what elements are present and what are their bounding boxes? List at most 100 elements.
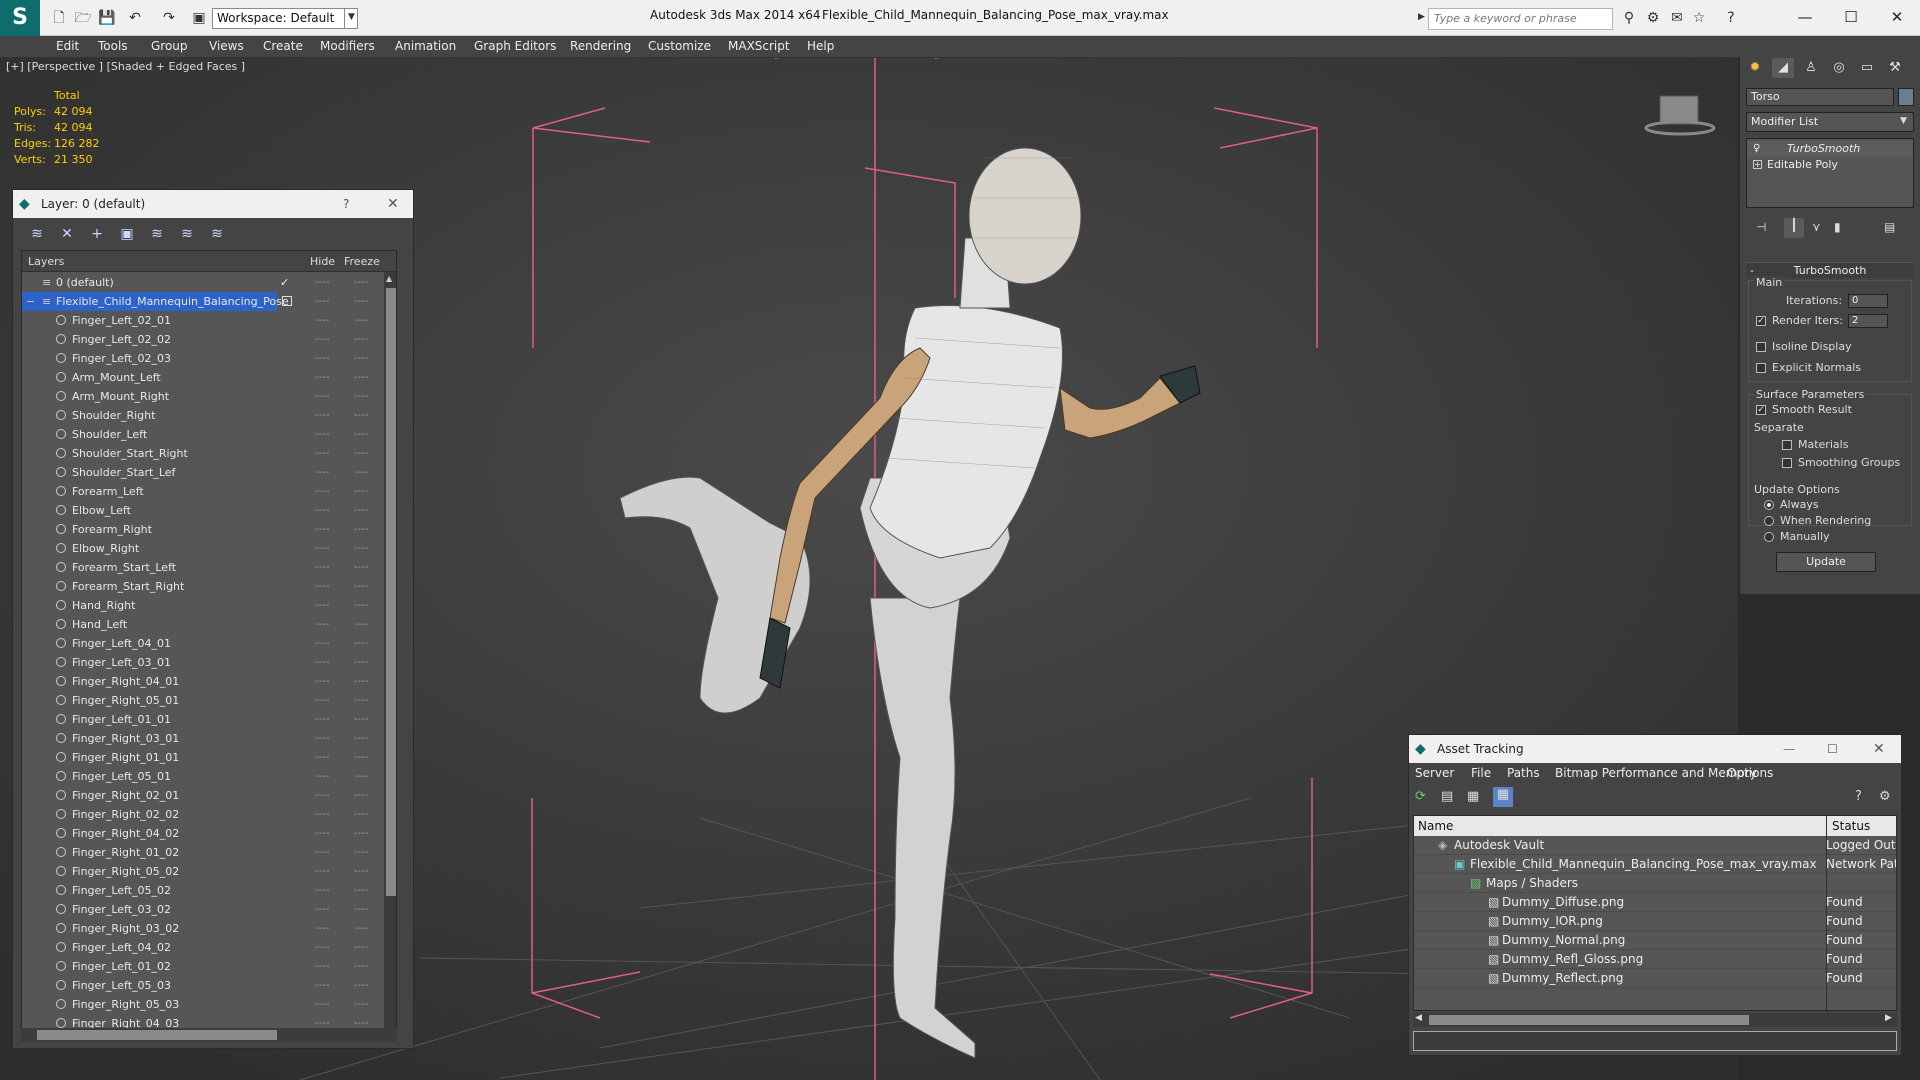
scroll-thumb[interactable] bbox=[386, 288, 396, 896]
freeze-toggle[interactable]: ---- bbox=[354, 539, 368, 558]
hide-toggle[interactable]: ---- bbox=[315, 387, 329, 406]
layer-panel-title[interactable]: ◆ Layer: 0 (default) ? ✕ bbox=[13, 190, 413, 218]
layer-object-row[interactable]: Hand_Left ---- ---- bbox=[22, 615, 384, 634]
layer-object-row[interactable]: Shoulder_Right ---- ---- bbox=[22, 406, 384, 425]
highlight-layer-icon[interactable]: ≋ bbox=[147, 224, 167, 244]
chevron-down-icon[interactable]: ▼ bbox=[344, 8, 358, 29]
layer-object-row[interactable]: Finger_Right_05_02 ---- ---- bbox=[22, 862, 384, 881]
table-view-icon[interactable]: ▦ bbox=[1493, 787, 1513, 807]
freeze-toggle[interactable]: ---- bbox=[354, 311, 368, 330]
hide-all-layers-icon[interactable]: ≋ bbox=[177, 224, 197, 244]
asset-row[interactable]: ▣ Flexible_Child_Mannequin_Balancing_Pos… bbox=[1414, 855, 1896, 874]
freeze-toggle[interactable]: ---- bbox=[354, 710, 368, 729]
isoline-checkbox[interactable] bbox=[1756, 342, 1766, 352]
app-menu-button[interactable]: S bbox=[0, 0, 40, 36]
minimize-icon[interactable]: — bbox=[1783, 735, 1795, 763]
display-tab-icon[interactable]: ▭ bbox=[1856, 58, 1878, 78]
list-view-icon[interactable]: ▤ bbox=[1441, 789, 1453, 804]
delete-layer-icon[interactable]: ✕ bbox=[57, 224, 77, 244]
freeze-all-layers-icon[interactable]: ≋ bbox=[207, 224, 227, 244]
layer-object-row[interactable]: Finger_Left_05_02 ---- ---- bbox=[22, 881, 384, 900]
stack-item-turbosmooth[interactable]: ♀ TurboSmooth bbox=[1747, 141, 1913, 157]
pin-stack-icon[interactable]: ⊣ bbox=[1756, 220, 1766, 234]
menu-views[interactable]: Views bbox=[209, 39, 244, 53]
smooth-result-checkbox[interactable]: ✓ bbox=[1756, 405, 1766, 415]
search-binoculars-icon[interactable]: ⚲ bbox=[1620, 9, 1638, 27]
layer-object-row[interactable]: Shoulder_Start_Right ---- ---- bbox=[22, 444, 384, 463]
hide-toggle[interactable]: ---- bbox=[315, 463, 329, 482]
hide-toggle[interactable]: ---- bbox=[315, 805, 329, 824]
freeze-toggle[interactable]: ---- bbox=[354, 900, 368, 919]
maximize-icon[interactable]: ☐ bbox=[1828, 4, 1874, 30]
freeze-toggle[interactable]: ---- bbox=[354, 729, 368, 748]
close-icon[interactable]: ✕ bbox=[1874, 4, 1920, 30]
layer-object-row[interactable]: Forearm_Start_Left ---- ---- bbox=[22, 558, 384, 577]
freeze-toggle[interactable]: ---- bbox=[354, 786, 368, 805]
freeze-toggle[interactable]: ---- bbox=[354, 995, 368, 1014]
hide-toggle[interactable]: ---- bbox=[315, 311, 329, 330]
freeze-toggle[interactable]: ---- bbox=[354, 463, 368, 482]
menu-modifiers[interactable]: Modifiers bbox=[320, 39, 375, 53]
refresh-icon[interactable]: ⟳ bbox=[1415, 789, 1426, 804]
select-objects-icon[interactable]: ▣ bbox=[117, 224, 137, 244]
name-column-header[interactable]: Name bbox=[1418, 816, 1453, 836]
scroll-thumb[interactable] bbox=[1429, 1015, 1749, 1025]
freeze-toggle[interactable]: ---- bbox=[354, 805, 368, 824]
make-unique-icon[interactable]: ⋎ bbox=[1812, 220, 1821, 234]
new-file-icon[interactable]: 🗋 bbox=[50, 9, 68, 27]
freeze-toggle[interactable]: ---- bbox=[354, 938, 368, 957]
freeze-toggle[interactable]: ---- bbox=[354, 577, 368, 596]
redo-icon[interactable]: ↷ bbox=[160, 9, 178, 27]
explicit-normals-checkbox[interactable] bbox=[1756, 363, 1766, 373]
freeze-toggle[interactable]: ---- bbox=[354, 330, 368, 349]
hide-toggle[interactable]: ---- bbox=[315, 615, 329, 634]
layer-object-row[interactable]: Finger_Left_02_02 ---- ---- bbox=[22, 330, 384, 349]
hide-toggle[interactable]: ---- bbox=[315, 881, 329, 900]
status-column-header[interactable]: Status bbox=[1832, 816, 1870, 836]
minimize-icon[interactable]: — bbox=[1782, 4, 1828, 30]
hide-toggle[interactable]: ---- bbox=[315, 995, 329, 1014]
layer-object-row[interactable]: Shoulder_Start_Lef ---- ---- bbox=[22, 463, 384, 482]
layer-object-row[interactable]: Arm_Mount_Right ---- ---- bbox=[22, 387, 384, 406]
hide-toggle[interactable]: ---- bbox=[315, 653, 329, 672]
layer-object-row[interactable]: Finger_Left_02_03 ---- ---- bbox=[22, 349, 384, 368]
bulb-icon[interactable]: ♀ bbox=[1753, 141, 1760, 157]
scroll-up-icon[interactable]: ▲ bbox=[386, 274, 392, 283]
always-radio[interactable] bbox=[1764, 500, 1774, 510]
asset-row[interactable]: ◈ Autodesk Vault Logged Out bbox=[1414, 836, 1896, 855]
hide-toggle[interactable]: ---- bbox=[315, 824, 329, 843]
close-icon[interactable]: ✕ bbox=[1873, 735, 1885, 763]
hide-toggle[interactable]: ---- bbox=[315, 425, 329, 444]
layer-object-row[interactable]: Elbow_Left ---- ---- bbox=[22, 501, 384, 520]
configure-modifier-sets-icon[interactable]: ▤ bbox=[1884, 220, 1895, 234]
freeze-column-header[interactable]: Freeze bbox=[344, 255, 380, 268]
help-icon[interactable]: ? bbox=[1855, 789, 1862, 804]
menu-create[interactable]: Create bbox=[263, 39, 303, 53]
freeze-toggle[interactable]: ---- bbox=[354, 349, 368, 368]
maximize-icon[interactable]: ☐ bbox=[1827, 735, 1838, 763]
modifier-list-dropdown[interactable]: Modifier List bbox=[1746, 112, 1914, 132]
freeze-toggle[interactable]: ---- bbox=[354, 691, 368, 710]
layer-object-row[interactable]: Finger_Left_02_01 ---- ---- bbox=[22, 311, 384, 330]
materials-checkbox[interactable] bbox=[1782, 440, 1792, 450]
freeze-toggle[interactable]: ---- bbox=[354, 862, 368, 881]
hide-toggle[interactable]: ---- bbox=[315, 767, 329, 786]
layer-object-row[interactable]: Finger_Left_01_02 ---- ---- bbox=[22, 957, 384, 976]
detail-view-icon[interactable]: ▦ bbox=[1467, 789, 1479, 804]
expand-icon[interactable]: + bbox=[1753, 160, 1762, 169]
subscription-icon[interactable]: ⚙ bbox=[1644, 9, 1662, 27]
asset-row[interactable]: ▧ Dummy_Reflect.png Found bbox=[1414, 969, 1896, 988]
layer-object-row[interactable]: Elbow_Right ---- ---- bbox=[22, 539, 384, 558]
new-layer-icon[interactable]: ≋ bbox=[27, 224, 47, 244]
layer-object-row[interactable]: Finger_Right_04_02 ---- ---- bbox=[22, 824, 384, 843]
layer-object-row[interactable]: Finger_Left_01_01 ---- ---- bbox=[22, 710, 384, 729]
asset-horizontal-scrollbar[interactable]: ◀ ▶ bbox=[1413, 1013, 1897, 1027]
asset-row[interactable]: ▧ Dummy_Normal.png Found bbox=[1414, 931, 1896, 950]
menu-help[interactable]: Help bbox=[807, 39, 834, 53]
layer-object-row[interactable]: Finger_Right_03_01 ---- ---- bbox=[22, 729, 384, 748]
freeze-toggle[interactable]: ---- bbox=[354, 976, 368, 995]
iterations-spinner[interactable]: 0 bbox=[1848, 294, 1888, 308]
hide-toggle[interactable]: ---- bbox=[315, 957, 329, 976]
hide-column-header[interactable]: Hide bbox=[310, 255, 335, 268]
menu-rendering[interactable]: Rendering bbox=[570, 39, 631, 53]
